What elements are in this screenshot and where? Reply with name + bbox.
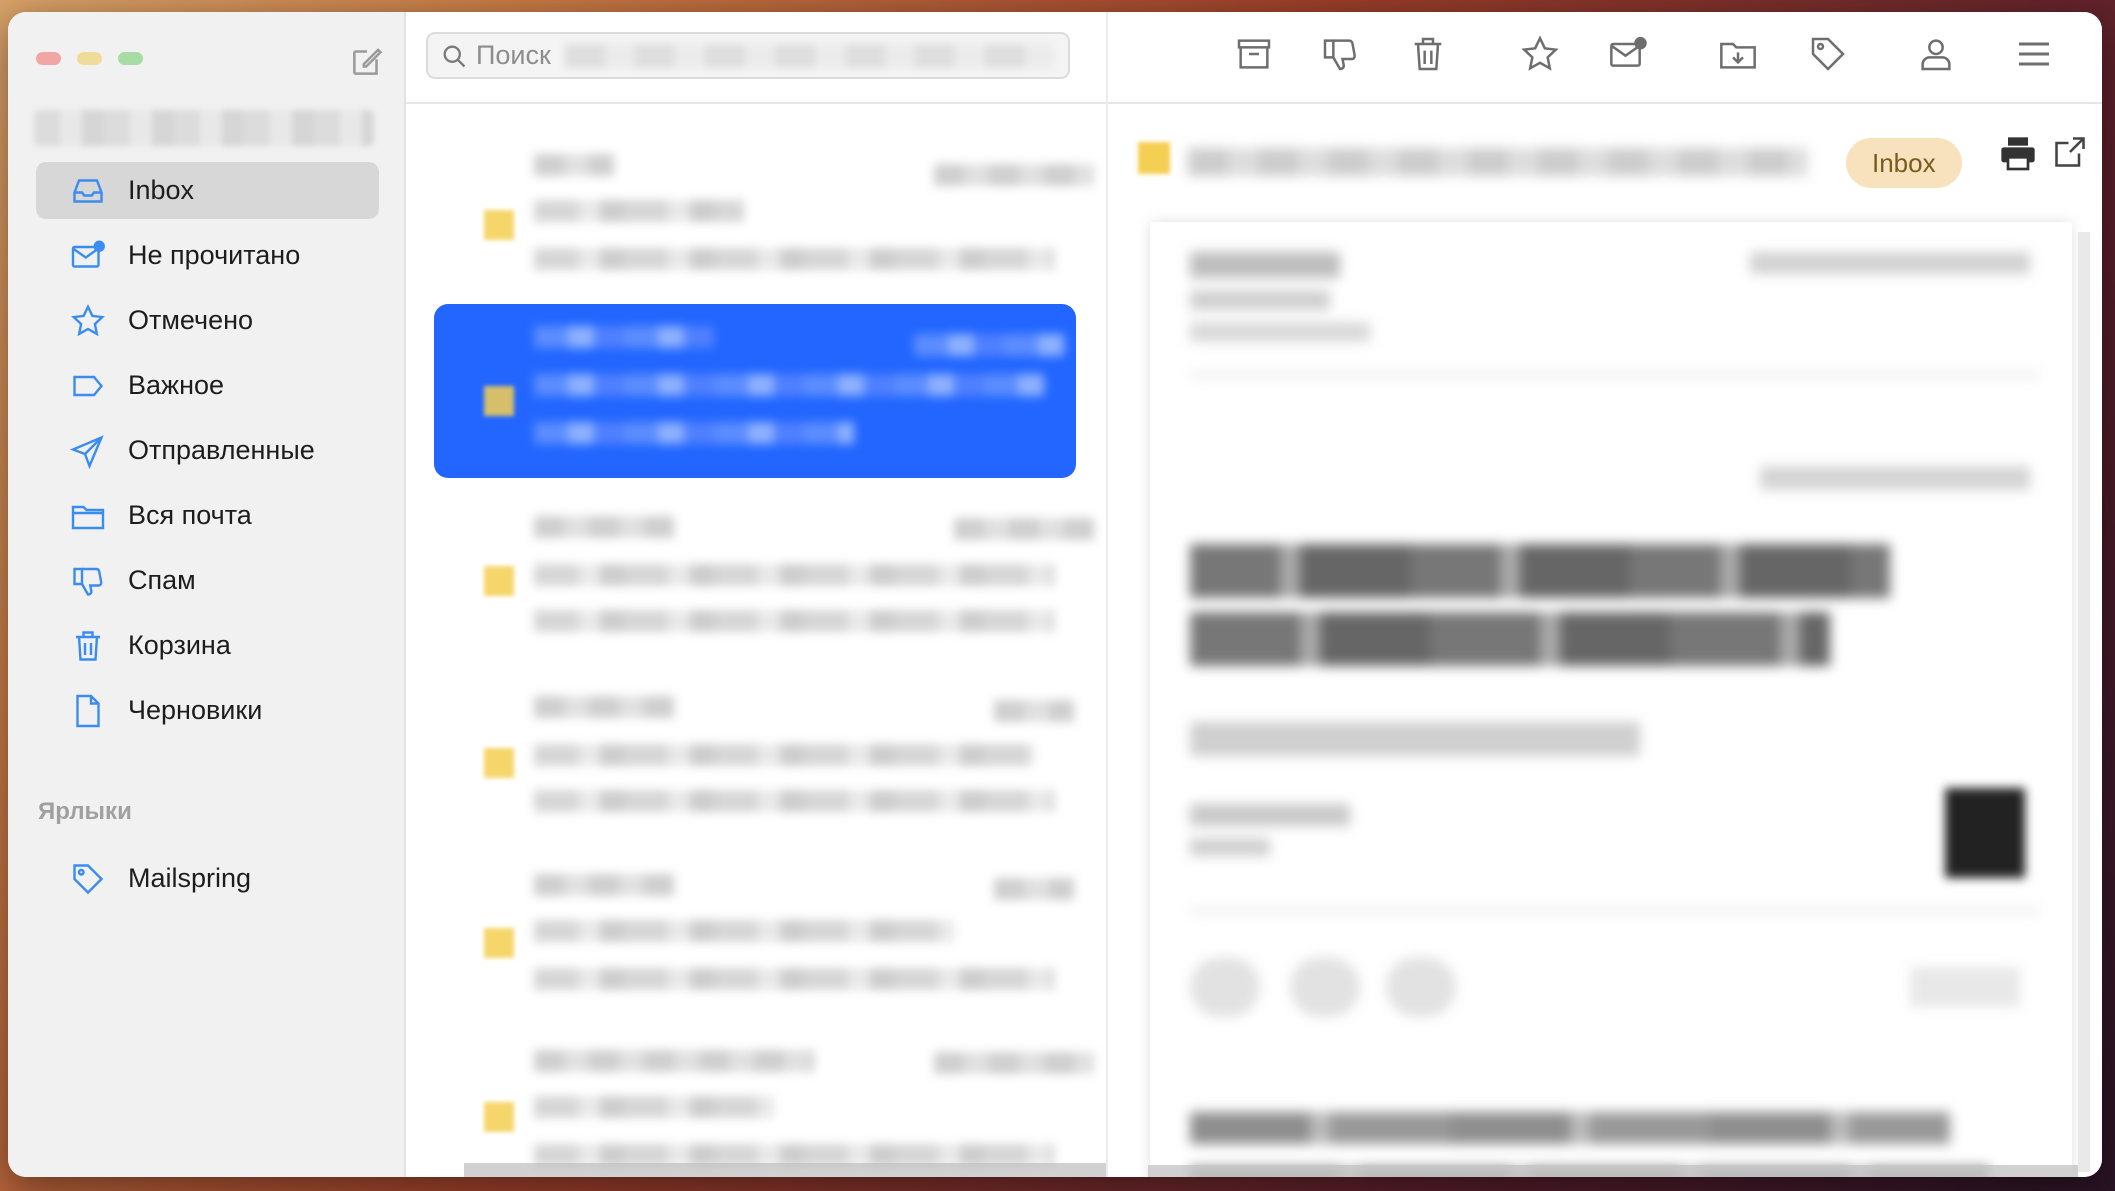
- star-marker: [484, 386, 514, 416]
- archive-button[interactable]: [1234, 34, 1274, 74]
- compose-icon: [353, 48, 383, 75]
- menu-button[interactable]: [2014, 34, 2054, 74]
- draft-file-icon: [76, 694, 100, 727]
- message-reader: Inbox: [1106, 12, 2102, 1177]
- sidebar: Inbox Не прочитано Отмечено Важное Отпра…: [8, 12, 406, 1177]
- star-marker: [484, 928, 514, 958]
- maximize-window-button[interactable]: [118, 52, 143, 65]
- move-folder-icon: [1720, 42, 1756, 69]
- spam-button[interactable]: [1320, 34, 1360, 74]
- close-window-button[interactable]: [36, 52, 61, 65]
- tag-icon: [1811, 37, 1845, 71]
- sidebar-item-label: Не прочитано: [128, 240, 301, 270]
- trash-icon: [1414, 37, 1442, 71]
- popout-icon: [2055, 137, 2085, 167]
- apply-label-button[interactable]: [1808, 34, 1848, 74]
- thread-row[interactable]: [434, 684, 1076, 834]
- minimize-window-button[interactable]: [77, 52, 102, 65]
- inbox-icon: [73, 178, 103, 203]
- thread-row[interactable]: [434, 864, 1076, 1014]
- tag-icon: [73, 863, 104, 894]
- vertical-scrollbar[interactable]: [2078, 232, 2090, 1172]
- mark-unread-button[interactable]: [1608, 34, 1648, 74]
- sidebar-item-sent[interactable]: Отправленные: [36, 422, 379, 479]
- star-button[interactable]: [1520, 34, 1560, 74]
- unread-mail-icon: [1610, 36, 1647, 67]
- sidebar-item-spam[interactable]: Спам: [36, 552, 379, 609]
- thread-list-pane: Поиск: [406, 12, 1124, 1177]
- thread-row[interactable]: [434, 1042, 1094, 1177]
- sidebar-item-label: Черновики: [128, 695, 263, 725]
- window-controls: [36, 52, 143, 65]
- divider: [406, 102, 1106, 104]
- popout-button[interactable]: [2052, 134, 2088, 170]
- labels-section-title: Ярлыки: [38, 798, 132, 825]
- move-to-folder-button[interactable]: [1718, 34, 1758, 74]
- thumbs-down-icon: [73, 567, 103, 596]
- trash-button[interactable]: [1408, 34, 1448, 74]
- sidebar-item-inbox[interactable]: Inbox: [36, 162, 379, 219]
- print-icon: [2001, 137, 2035, 171]
- search-query-blur: [564, 43, 1054, 68]
- sidebar-item-mailspring[interactable]: Mailspring: [36, 850, 379, 907]
- sidebar-item-important[interactable]: Важное: [36, 357, 379, 414]
- search-icon: [443, 45, 466, 67]
- star-marker: [484, 748, 514, 778]
- spam-icon: [1323, 39, 1356, 71]
- horizontal-scrollbar[interactable]: [1148, 1165, 2078, 1177]
- star-marker[interactable]: [1138, 142, 1170, 174]
- print-button[interactable]: [1998, 134, 2038, 174]
- sidebar-item-drafts[interactable]: Черновики: [36, 682, 379, 739]
- archive-icon: [1237, 39, 1271, 69]
- person-icon: [1921, 39, 1951, 71]
- sidebar-item-label: Inbox: [128, 175, 195, 205]
- star-marker: [484, 210, 514, 240]
- contact-button[interactable]: [1916, 34, 1956, 74]
- star-marker: [484, 1102, 514, 1132]
- trash-icon: [76, 630, 100, 661]
- important-label-icon: [73, 375, 104, 396]
- sidebar-item-trash[interactable]: Корзина: [36, 617, 379, 674]
- message-subject-row: Inbox: [1108, 132, 2102, 192]
- sidebar-item-all-mail[interactable]: Вся почта: [36, 487, 379, 544]
- sidebar-item-starred[interactable]: Отмечено: [36, 292, 379, 349]
- sidebar-item-unread[interactable]: Не прочитано: [36, 227, 379, 284]
- thread-row[interactable]: [434, 142, 1094, 292]
- sidebar-nav: Inbox Не прочитано Отмечено Важное Отпра…: [36, 162, 379, 747]
- message-subject: [1188, 148, 1808, 176]
- sidebar-item-label: Вся почта: [128, 500, 252, 530]
- sent-plane-icon: [70, 434, 104, 469]
- search-input[interactable]: Поиск: [426, 32, 1070, 79]
- search-placeholder: Поиск: [476, 40, 551, 70]
- thread-row[interactable]: [434, 506, 1094, 656]
- avatar: [1945, 788, 2025, 878]
- mail-window: Inbox Не прочитано Отмечено Важное Отпра…: [8, 12, 2102, 1177]
- sidebar-item-label: Отмечено: [128, 305, 254, 335]
- unread-mail-icon: [71, 240, 105, 268]
- compose-button[interactable]: [348, 42, 386, 80]
- message-toolbar: [1108, 12, 2102, 104]
- sidebar-item-label: Отправленные: [128, 435, 315, 465]
- sidebar-item-label: Корзина: [128, 630, 231, 660]
- inbox-badge[interactable]: Inbox: [1846, 138, 1962, 188]
- horizontal-scrollbar[interactable]: [464, 1163, 1124, 1177]
- account-header: [34, 110, 374, 146]
- message-card: [1150, 222, 2072, 1177]
- star-icon: [71, 303, 105, 336]
- folder-icon: [71, 505, 105, 529]
- sidebar-item-label: Mailspring: [128, 863, 252, 893]
- star-marker: [484, 566, 514, 596]
- sidebar-item-label: Спам: [128, 565, 196, 595]
- menu-icon: [2019, 42, 2049, 66]
- star-icon: [1521, 35, 1559, 71]
- thread-row-selected[interactable]: [434, 304, 1076, 478]
- sidebar-item-label: Важное: [128, 370, 225, 400]
